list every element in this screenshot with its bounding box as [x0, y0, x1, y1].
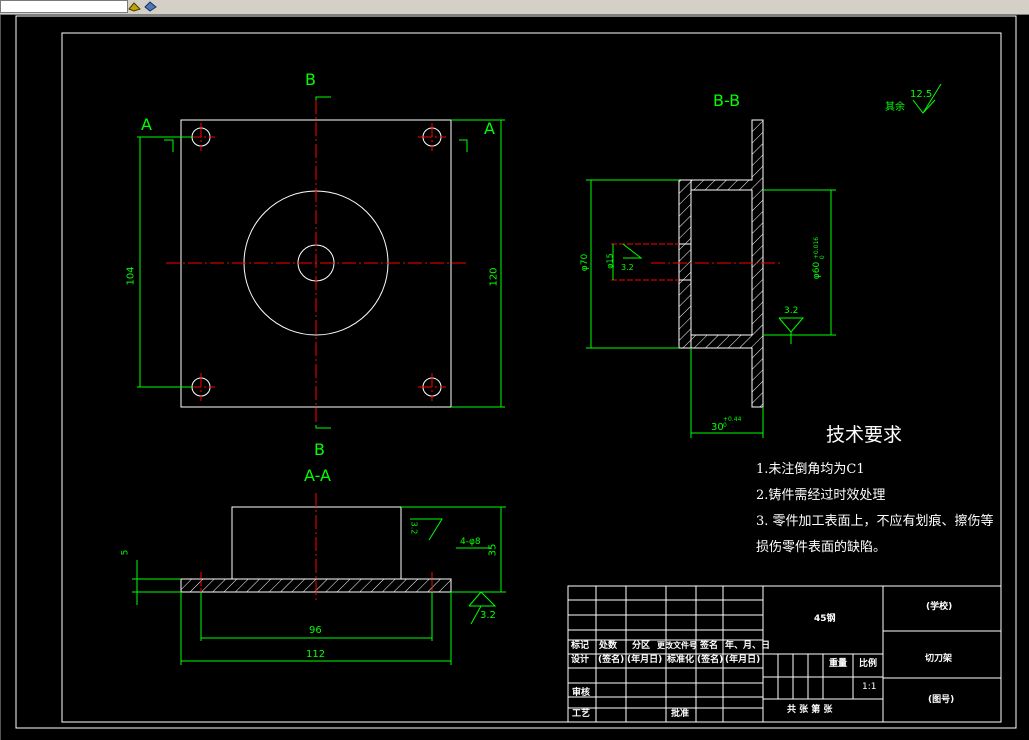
tb-r1-c2: 处数	[599, 641, 618, 651]
drawing-canvas[interactable]: B B A A B-B A-A 104 120 96 112 5 35 4-φ8…	[0, 15, 1029, 740]
outer-border	[15, 15, 1017, 729]
dim-104: 104	[125, 266, 137, 286]
cad-drawing	[15, 15, 1017, 729]
section-label-a-right: A	[484, 119, 495, 138]
roughness-rest-value: 12.5	[910, 89, 933, 100]
tb-r1-c1: 标记	[571, 641, 590, 651]
tb-part-name: 切刀架	[925, 654, 953, 664]
dim-120: 120	[488, 267, 500, 287]
top-view	[137, 96, 505, 429]
dim-112: 112	[306, 649, 326, 660]
layer-stack-icon[interactable]	[144, 1, 157, 12]
dim-5: 5	[120, 549, 131, 556]
dim-96: 96	[309, 625, 322, 636]
tech-req-title: 技术要求	[826, 424, 903, 446]
dim-phi15: φ15	[605, 253, 615, 269]
tb-weight: 重量	[829, 659, 848, 669]
tb-r1-c3: 分区	[632, 641, 651, 651]
toolbar-dropdown[interactable]	[0, 0, 128, 13]
tb-scale: 1:1	[862, 682, 877, 692]
toolbar	[0, 0, 1029, 15]
tech-req-line-2: 2.铸件需经过时效处理	[756, 488, 886, 503]
dim-tol30: +0.44 0	[723, 416, 742, 429]
tb-r2-c3: (年月日)	[627, 655, 663, 665]
layer-icon[interactable]	[128, 1, 141, 12]
tb-r1-c5: 签名	[700, 641, 719, 651]
section-bb	[586, 83, 942, 438]
section-label-b-bottom: B	[314, 440, 325, 459]
tb-r2-c5: (签名)	[697, 655, 724, 665]
tb-process: 工艺	[572, 709, 591, 719]
tech-req-line-4: 损伤零件表面的缺陷。	[756, 540, 887, 555]
dim-30: 30	[711, 422, 724, 433]
tb-approve: 批准	[671, 709, 690, 719]
tb-r2-c4: 标准化	[667, 655, 695, 665]
tb-review: 审核	[572, 688, 591, 698]
tech-req-line-3: 3. 零件加工表面上，不应有划痕、擦伤等	[756, 514, 994, 529]
roughness-value-a: 3.2	[409, 521, 419, 535]
tb-r2-c6: (年月日)	[725, 655, 761, 665]
section-label-bb: B-B	[713, 91, 741, 110]
tb-material: 45钢	[814, 614, 836, 624]
inner-border	[61, 32, 1002, 723]
dim-phi70: φ70	[580, 253, 591, 272]
dim-phi60: φ60	[812, 261, 823, 280]
tb-scale-label: 比例	[859, 659, 878, 669]
roughness-value-base: 3.2	[480, 610, 496, 621]
tech-req-line-1: 1.未注倒角均为C1	[756, 462, 865, 477]
tb-r1-c4: 更改文件号	[657, 641, 697, 650]
tb-r2-c1: 设计	[571, 655, 590, 665]
roughness-value-hole: 3.2	[621, 263, 634, 272]
dim-tol60: +0.016 0	[813, 236, 827, 260]
tb-sheets: 共 张 第 张	[787, 705, 833, 715]
section-aa	[132, 493, 506, 665]
tb-r1-c6: 年、月、日	[725, 641, 771, 651]
section-label-a-left: A	[141, 115, 152, 134]
roughness-value-b: 3.2	[784, 306, 799, 316]
tb-r2-c2: (签名)	[598, 655, 625, 665]
dim-35: 35	[487, 543, 499, 557]
dim-hole: 4-φ8	[460, 537, 481, 547]
section-label-aa: A-A	[304, 466, 331, 485]
tb-school: (学校)	[926, 602, 953, 612]
tb-drawing-no: (图号)	[928, 695, 955, 705]
roughness-rest-label: 其余	[885, 102, 905, 113]
section-label-b-top: B	[305, 70, 316, 89]
